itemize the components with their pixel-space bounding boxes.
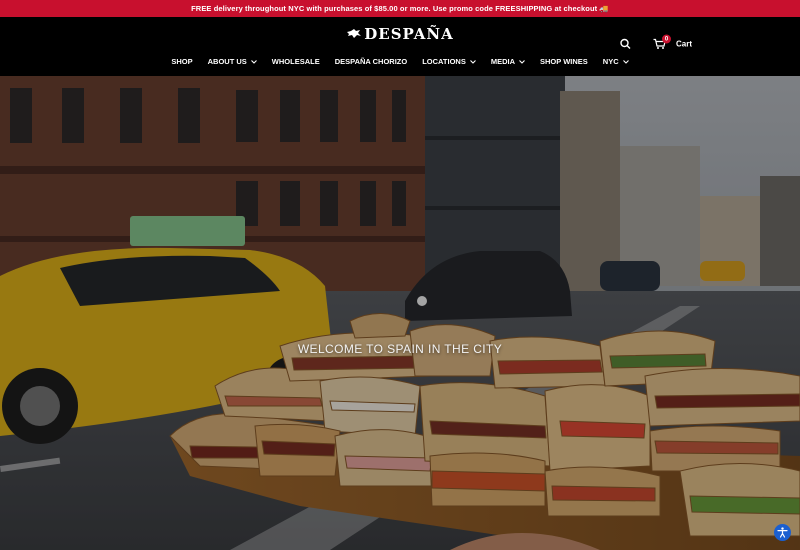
chevron-down-icon: [519, 59, 525, 64]
nav-item-chorizo[interactable]: DESPAÑA CHORIZO: [335, 57, 408, 66]
accessibility-button[interactable]: [774, 524, 791, 541]
nav-label: NYC: [602, 57, 619, 66]
nav-item-shop[interactable]: SHOP: [171, 57, 192, 66]
cart-count-badge: 0: [661, 34, 671, 44]
nav-label: ABOUT US: [207, 57, 247, 66]
hero-title: WELCOME TO SPAIN IN THE CITY: [297, 342, 503, 356]
cart-button[interactable]: 0 Cart: [653, 34, 692, 50]
chevron-down-icon: [250, 59, 257, 64]
nav-label: WHOLESALE: [271, 57, 320, 66]
nav-item-nyc[interactable]: NYC: [603, 57, 629, 66]
hero-image: [0, 76, 800, 550]
site-header: DESPAÑA 0 Cart SHOP ABOUT US WHOLESALE D…: [0, 17, 800, 76]
header-tools: 0 Cart: [620, 34, 692, 50]
nav-label: SHOP: [171, 57, 193, 66]
logo-text: DESPAÑA: [364, 25, 454, 43]
chevron-down-icon: [469, 59, 476, 64]
main-nav: SHOP ABOUT US WHOLESALE DESPAÑA CHORIZO …: [0, 57, 800, 66]
search-icon: [620, 38, 631, 49]
bull-logo-icon: [347, 29, 362, 38]
announcement-text: FREE delivery throughout NYC with purcha…: [191, 4, 609, 13]
hero-banner[interactable]: WELCOME TO SPAIN IN THE CITY: [0, 76, 800, 550]
cart-label: Cart: [675, 39, 692, 49]
nav-label: MEDIA: [490, 57, 515, 66]
accessibility-icon: [777, 527, 788, 538]
nav-item-wholesale[interactable]: WHOLESALE: [272, 57, 320, 66]
nav-item-about-us[interactable]: ABOUT US: [208, 57, 257, 66]
nav-label: DESPAÑA CHORIZO: [334, 57, 408, 66]
search-button[interactable]: [620, 38, 631, 50]
announcement-bar: FREE delivery throughout NYC with purcha…: [0, 0, 800, 17]
nav-item-locations[interactable]: LOCATIONS: [422, 57, 476, 66]
nav-label: SHOP WINES: [540, 57, 588, 66]
chevron-down-icon: [622, 59, 629, 64]
nav-item-shop-wines[interactable]: SHOP WINES: [540, 57, 588, 66]
nav-item-media[interactable]: MEDIA: [491, 57, 525, 66]
nav-label: LOCATIONS: [422, 57, 466, 66]
